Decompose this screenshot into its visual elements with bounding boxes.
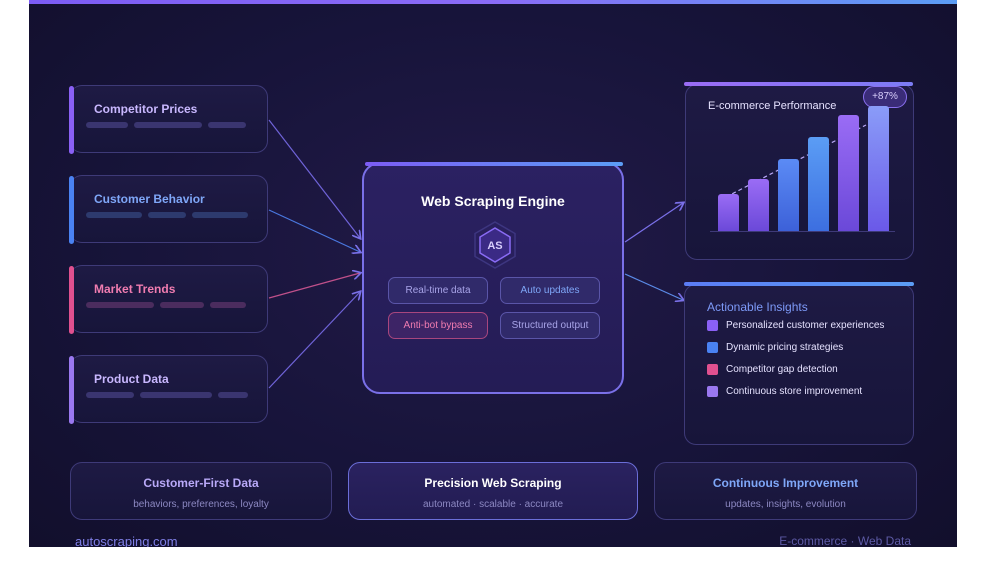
placeholder-bar	[140, 392, 212, 398]
bullet-square-icon	[707, 320, 718, 331]
footer-card-precision-scraping: Precision Web Scraping automated · scala…	[348, 462, 638, 520]
placeholder-bar	[208, 122, 246, 128]
placeholder-bars	[86, 302, 246, 308]
source-card-product-data: Product Data	[69, 355, 268, 424]
placeholder-bar	[148, 212, 186, 218]
connector-to-insights	[624, 273, 683, 300]
source-title: Product Data	[94, 372, 169, 386]
insight-item: Dynamic pricing strategies	[707, 342, 843, 353]
feature-pill: Real-time data	[388, 277, 488, 304]
placeholder-bar	[210, 302, 246, 308]
feature-pill: Structured output	[500, 312, 600, 339]
footer-title: Continuous Improvement	[712, 476, 859, 490]
insights-title: Actionable Insights	[707, 300, 808, 314]
placeholder-bar	[134, 122, 202, 128]
performance-bar	[808, 137, 829, 232]
footer-subtitle: updates, insights, evolution	[725, 499, 846, 510]
bullet-square-icon	[707, 364, 718, 375]
source-title: Customer Behavior	[94, 192, 205, 206]
source-accent	[69, 356, 74, 424]
connector-market-trends	[268, 273, 360, 299]
bullet-square-icon	[707, 342, 718, 353]
chart-baseline	[710, 231, 895, 232]
performance-bar	[838, 115, 859, 232]
source-card-market-trends: Market Trends	[69, 265, 268, 334]
engine-logo-text: AS	[487, 240, 502, 252]
source-card-competitor-prices: Competitor Prices	[69, 85, 268, 154]
engine-top-accent	[365, 162, 623, 166]
performance-top-accent	[684, 82, 913, 86]
footer-subtitle: automated · scalable · accurate	[422, 499, 564, 510]
feature-pill: Anti-bot bypass	[388, 312, 488, 339]
footer-card-continuous-improvement: Continuous Improvement updates, insights…	[654, 462, 917, 520]
connector-to-performance	[624, 203, 683, 243]
connector-product-data	[268, 292, 360, 389]
insight-item: Personalized customer experiences	[707, 320, 884, 331]
source-title: Market Trends	[94, 282, 176, 296]
footer-title: Precision Web Scraping	[424, 476, 562, 490]
placeholder-bar	[86, 212, 142, 218]
insight-label: Competitor gap detection	[726, 364, 838, 375]
connector-customer-behavior	[268, 209, 360, 252]
placeholder-bars	[86, 122, 246, 128]
footer-card-customer-first: Customer-First Data behaviors, preferenc…	[70, 462, 332, 520]
source-accent	[69, 176, 74, 244]
footer-title: Customer-First Data	[143, 476, 259, 490]
insight-label: Dynamic pricing strategies	[726, 342, 844, 353]
source-title: Competitor Prices	[94, 102, 198, 116]
engine-logo-icon: AS	[474, 221, 516, 269]
placeholder-bar	[218, 392, 248, 398]
actionable-insights-card: Actionable Insights Personalized custome…	[684, 284, 914, 445]
placeholder-bar	[86, 302, 154, 308]
engine-title: Web Scraping Engine	[421, 193, 565, 209]
brand-url: autoscraping.com	[75, 534, 178, 547]
insight-item: Continuous store improvement	[707, 386, 862, 397]
footer-subtitle: behaviors, preferences, loyalty	[133, 499, 269, 510]
placeholder-bar	[86, 392, 134, 398]
bullet-square-icon	[707, 386, 718, 397]
performance-bar	[778, 159, 799, 232]
feature-pill: Auto updates	[500, 277, 600, 304]
connector-competitor-prices	[268, 119, 360, 238]
insights-top-accent	[684, 282, 914, 286]
placeholder-bar	[86, 122, 128, 128]
placeholder-bar	[160, 302, 204, 308]
source-card-customer-behavior: Customer Behavior	[69, 175, 268, 244]
web-scraping-engine-card: Web Scraping Engine AS Real-time data Au…	[362, 162, 624, 394]
insight-item: Competitor gap detection	[707, 364, 838, 375]
infographic-canvas: Competitor Prices Customer Behavior Market…	[29, 0, 957, 547]
insight-label: Continuous store improvement	[726, 386, 863, 397]
ecommerce-performance-card: E-commerce Performance +87%	[685, 84, 914, 260]
performance-bar	[868, 106, 889, 232]
insight-label: Personalized customer experiences	[726, 320, 885, 331]
placeholder-bar	[192, 212, 248, 218]
placeholder-bars	[86, 212, 248, 218]
source-accent	[69, 266, 74, 334]
performance-bar	[718, 194, 739, 232]
placeholder-bars	[86, 392, 248, 398]
performance-bar	[748, 179, 769, 232]
tagline: E-commerce · Web Data	[779, 534, 911, 547]
source-accent	[69, 86, 74, 154]
